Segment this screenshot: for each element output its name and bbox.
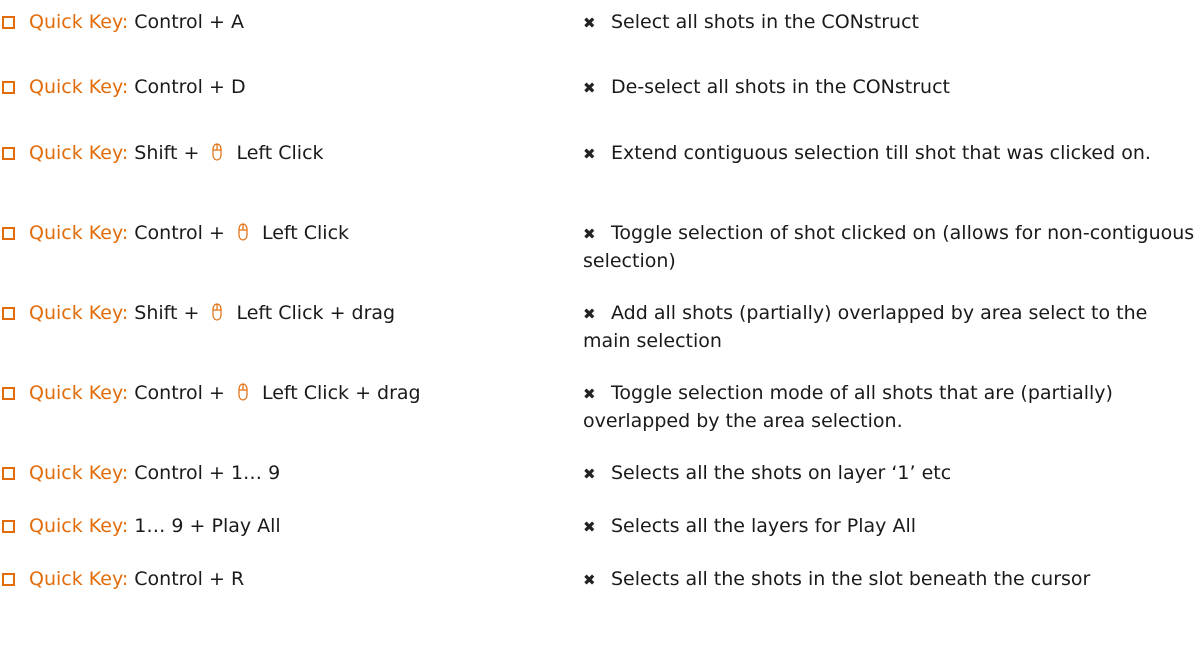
shortcut-description: ✖ Selects all the shots in the slot benea… (583, 566, 1198, 594)
key-combo: Control + D (134, 76, 246, 98)
square-bullet-icon (2, 81, 15, 94)
shortcut-keys: Quick Key: Control + A (0, 9, 244, 36)
shortcut-description: ✖ De-select all shots in the CONstruct (583, 74, 1198, 102)
key-combo: 1… 9 + Play All (134, 515, 281, 537)
description-text: Toggle selection mode of all shots that … (583, 382, 1113, 432)
description-text: Selects all the shots in the slot beneat… (611, 568, 1091, 590)
quick-key-label: Quick Key: (29, 11, 129, 33)
quick-key-label: Quick Key: (29, 568, 129, 590)
shortcut-keys: Quick Key: 1… 9 + Play All (0, 513, 281, 540)
description-text: De-select all shots in the CONstruct (611, 76, 950, 98)
cross-bullet-icon: ✖ (583, 465, 596, 483)
description-text: Select all shots in the CONstruct (611, 11, 919, 33)
mouse-icon (210, 303, 224, 321)
shortcut-description: ✖ Toggle selection mode of all shots that… (583, 380, 1198, 435)
shortcut-keys: Quick Key: Control + Left Click (0, 220, 349, 247)
cross-bullet-icon: ✖ (583, 225, 596, 243)
cross-bullet-icon: ✖ (583, 305, 596, 323)
square-bullet-icon (2, 307, 15, 320)
shortcut-description: ✖ Selects all the layers for Play All (583, 513, 1198, 541)
square-bullet-icon (2, 227, 15, 240)
shortcut-description: ✖ Selects all the shots on layer ‘1’ etc (583, 460, 1198, 488)
shortcut-description: ✖ Add all shots (partially) overlapped by… (583, 300, 1198, 355)
cross-bullet-icon: ✖ (583, 145, 596, 163)
description-text: Selects all the layers for Play All (611, 515, 917, 537)
quick-key-label: Quick Key: (29, 222, 129, 244)
key-combo-suffix: Left Click (261, 222, 350, 244)
key-combo: Control + A (134, 11, 244, 33)
mouse-icon (210, 143, 224, 161)
quick-key-label: Quick Key: (29, 302, 129, 324)
square-bullet-icon (2, 147, 15, 160)
key-combo: Control + 1… 9 (134, 462, 281, 484)
cross-bullet-icon: ✖ (583, 518, 596, 536)
key-combo-suffix: Left Click (236, 142, 324, 164)
key-combo: Control + R (134, 568, 245, 590)
shortcut-keys: Quick Key: Control + R (0, 566, 244, 593)
description-text: Toggle selection of shot clicked on (all… (583, 222, 1195, 272)
description-text: Selects all the shots on layer ‘1’ etc (611, 462, 952, 484)
description-text: Extend contiguous selection till shot th… (611, 142, 1151, 164)
key-combo: Shift + (134, 142, 206, 164)
square-bullet-icon (2, 387, 15, 400)
quick-key-label: Quick Key: (29, 76, 129, 98)
square-bullet-icon (2, 573, 15, 586)
key-combo: Control + (134, 222, 231, 244)
cross-bullet-icon: ✖ (583, 571, 596, 589)
shortcut-keys: Quick Key: Shift + Left Click (0, 140, 324, 167)
description-text: Add all shots (partially) overlapped by … (583, 302, 1148, 352)
mouse-icon (236, 383, 250, 401)
cross-bullet-icon: ✖ (583, 14, 596, 32)
mouse-icon (236, 223, 250, 241)
square-bullet-icon (2, 520, 15, 533)
shortcut-keys: Quick Key: Control + D (0, 74, 246, 101)
shortcut-keys: Quick Key: Control + 1… 9 (0, 460, 280, 487)
key-combo: Shift + (134, 302, 206, 324)
shortcut-keys: Quick Key: Control + Left Click + drag (0, 380, 421, 407)
cross-bullet-icon: ✖ (583, 79, 596, 97)
quick-key-label: Quick Key: (29, 515, 129, 537)
shortcut-description: ✖ Select all shots in the CONstruct (583, 9, 1198, 37)
cross-bullet-icon: ✖ (583, 385, 596, 403)
quick-key-label: Quick Key: (29, 382, 129, 404)
key-combo-suffix: Left Click + drag (236, 302, 396, 324)
square-bullet-icon (2, 16, 15, 29)
shortcut-keys: Quick Key: Shift + Left Click + drag (0, 300, 395, 327)
key-combo-suffix: Left Click + drag (261, 382, 421, 404)
quick-key-label: Quick Key: (29, 462, 129, 484)
shortcut-description: ✖ Extend contiguous selection till shot t… (583, 140, 1198, 168)
quick-key-label: Quick Key: (29, 142, 129, 164)
square-bullet-icon (2, 467, 15, 480)
shortcut-description: ✖ Toggle selection of shot clicked on (al… (583, 220, 1198, 275)
key-combo: Control + (134, 382, 231, 404)
